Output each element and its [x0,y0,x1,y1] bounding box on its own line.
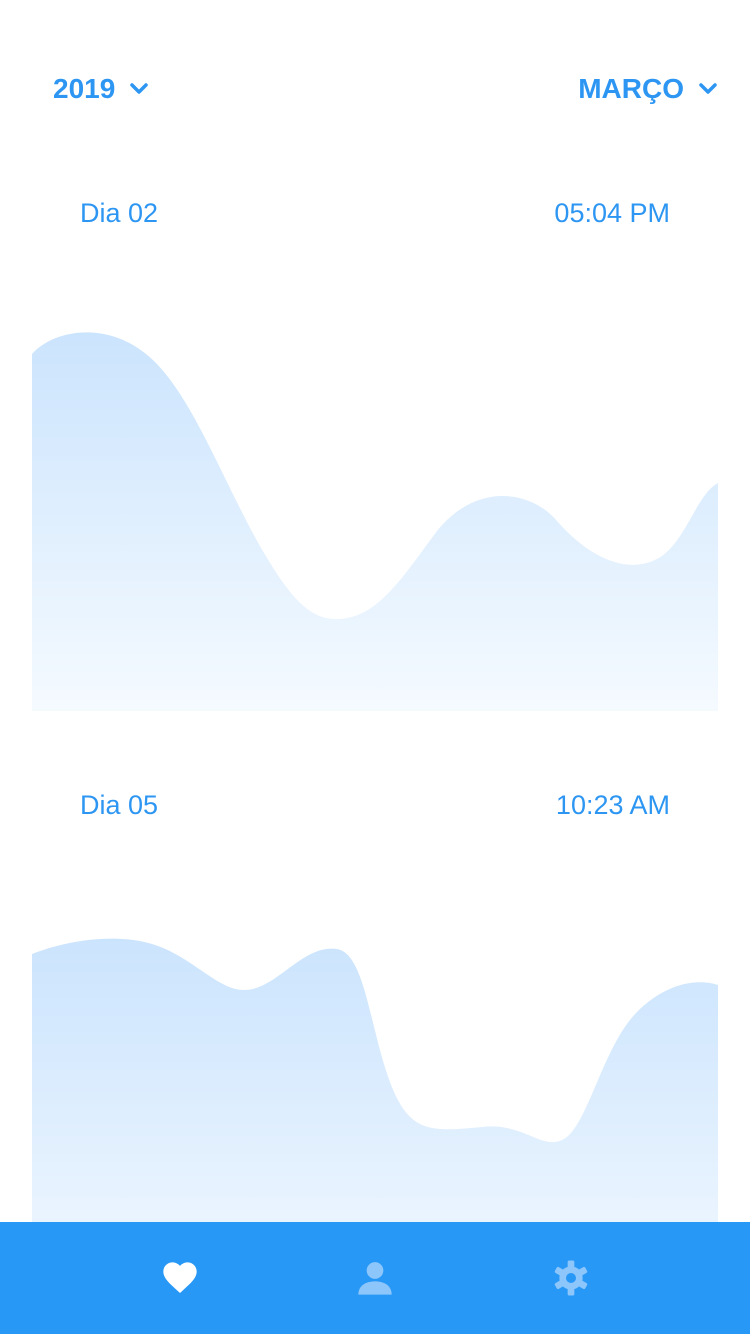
year-label: 2019 [53,73,116,104]
entry-time: 10:23 AM [555,790,670,820]
wave-chart [32,332,718,711]
tab-favorites[interactable] [160,1258,200,1298]
entry-day: Dia 02 [80,198,159,228]
user-icon [358,1262,392,1295]
header: 2019 MARÇO [0,0,750,150]
entry-day: Dia 05 [80,790,159,820]
gear-icon [554,1260,588,1296]
entry-card[interactable]: Dia 05 10:23 AM [32,788,718,1222]
month-label: MARÇO [578,73,684,104]
tab-settings[interactable] [551,1258,591,1298]
year-picker[interactable]: 2019 [53,70,149,108]
chevron-down-icon [699,83,717,94]
chevron-down-icon [130,83,149,94]
tab-profile[interactable] [355,1258,395,1298]
heart-icon [163,1262,197,1293]
bottom-tab-bar [0,1222,750,1334]
entry-time: 05:04 PM [554,198,670,228]
month-picker[interactable]: MARÇO [578,70,718,108]
wave-chart [32,938,718,1222]
entry-card[interactable]: Dia 02 05:04 PM [32,196,718,711]
